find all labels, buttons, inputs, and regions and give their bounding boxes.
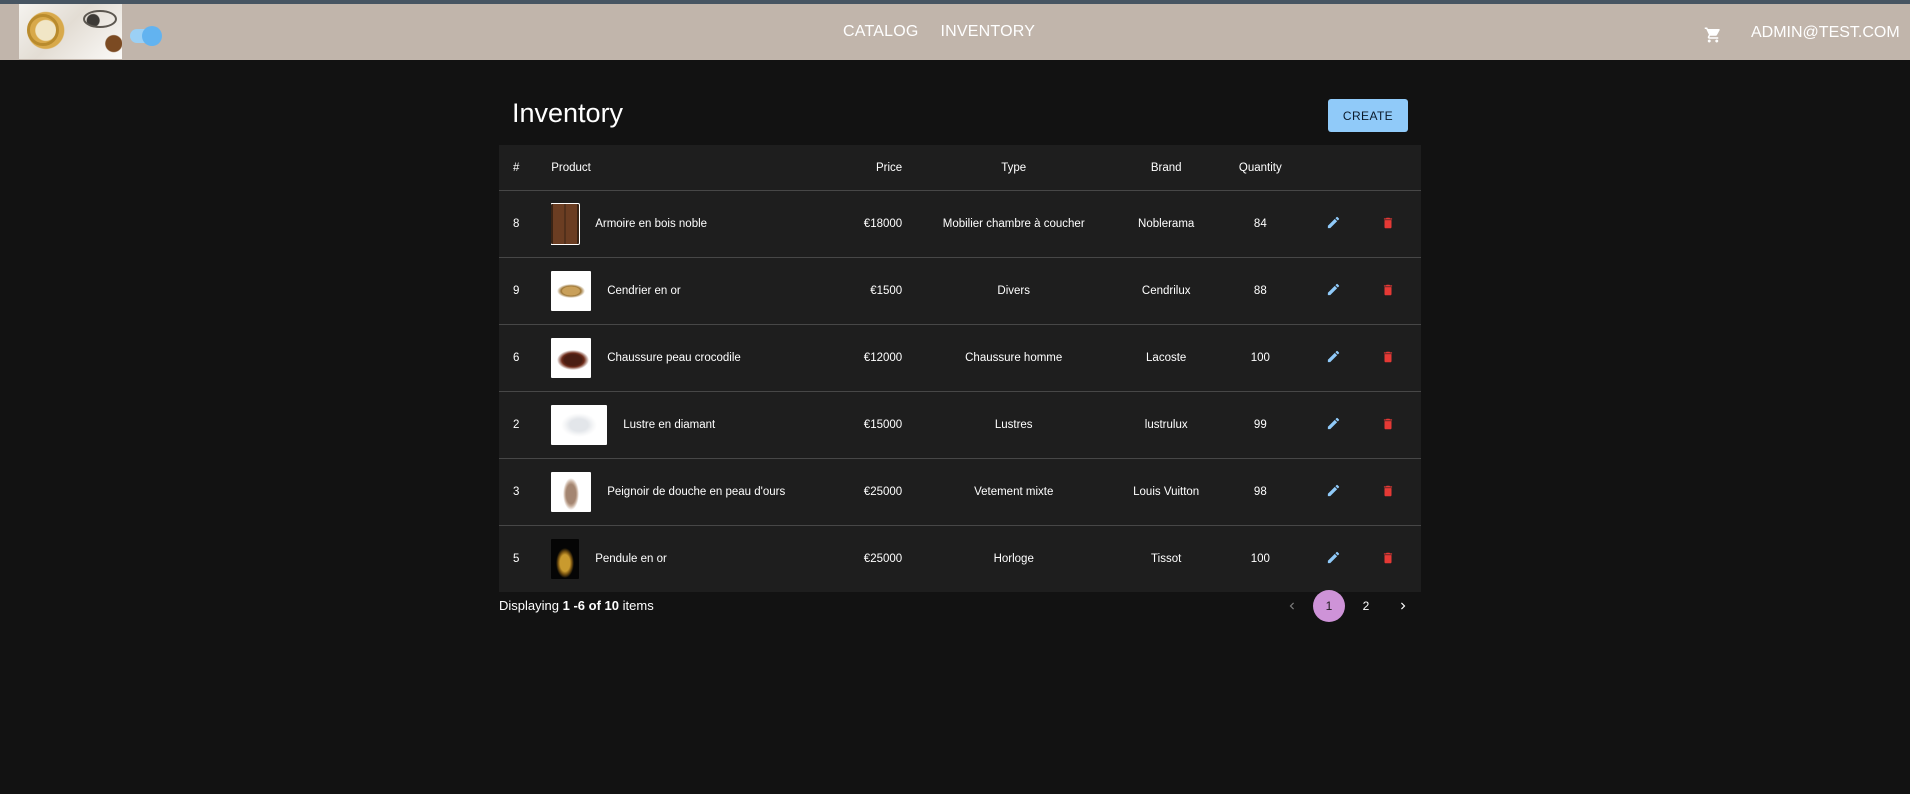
header-brand[interactable]: Brand: [1125, 145, 1208, 191]
pagination-total: 10: [604, 598, 620, 613]
header-type[interactable]: Type: [902, 145, 1126, 191]
pagination-summary: Displaying 1 -6 of 10 items: [499, 598, 654, 613]
header-price[interactable]: Price: [812, 145, 903, 191]
cell-id: 6: [499, 324, 552, 392]
page-button-2[interactable]: 2: [1350, 590, 1382, 622]
previous-page-icon[interactable]: [1276, 590, 1308, 622]
cell-brand: Tissot: [1151, 553, 1182, 565]
delete-icon[interactable]: [1381, 551, 1395, 565]
cell-product: Armoire en bois noble: [551, 190, 813, 258]
main-nav: CATALOG INVENTORY: [843, 4, 1035, 60]
cell-price: €25000: [863, 553, 903, 565]
nav-link-catalog[interactable]: CATALOG: [843, 23, 919, 41]
pagination-range: 1 -6: [562, 598, 586, 613]
cell-price: €1500: [812, 257, 903, 325]
cell-brand: Cendrilux: [1125, 257, 1208, 325]
cell-quantity: 100: [1207, 324, 1314, 392]
cell-quantity: 84: [1207, 190, 1314, 258]
cell-product: Lustre en diamant: [551, 391, 813, 459]
pagination-controls: 1 2: [1276, 590, 1424, 622]
header-quantity[interactable]: Quantity: [1207, 145, 1314, 191]
edit-icon[interactable]: [1326, 416, 1341, 431]
pagination-prefix: Displaying: [499, 598, 559, 613]
create-button[interactable]: CREATE: [1328, 99, 1408, 132]
cell-id: 5: [513, 553, 520, 565]
product-image: [551, 539, 580, 579]
cell-product: Peignoir de douche en peau d'ours: [551, 458, 813, 526]
page-title: Inventory: [512, 98, 624, 128]
edit-icon[interactable]: [1326, 282, 1341, 297]
cell-quantity: 88: [1207, 257, 1314, 325]
cell-brand: lustrulux: [1125, 391, 1208, 459]
edit-icon[interactable]: [1326, 215, 1341, 230]
pagination-suffix: items: [622, 598, 654, 613]
cell-product: Pendule en or: [551, 526, 812, 593]
shopping-cart-icon[interactable]: [1704, 26, 1722, 44]
toggle-knob[interactable]: [142, 26, 162, 46]
cell-brand: Lacoste: [1125, 324, 1208, 392]
product-image: [551, 338, 592, 378]
edit-icon[interactable]: [1326, 550, 1341, 565]
nav-link-inventory[interactable]: INVENTORY: [941, 23, 1036, 41]
cell-product: Cendrier en or: [551, 257, 813, 325]
inventory-table: # Product Price Type Brand Quantity 8 Ar…: [499, 145, 1421, 592]
cell-quantity: 99: [1207, 391, 1314, 459]
cell-quantity: 98: [1207, 458, 1314, 526]
product-image: [551, 405, 608, 445]
cell-id: 8: [499, 190, 552, 258]
edit-icon[interactable]: [1326, 349, 1341, 364]
product-name: Armoire en bois noble: [595, 218, 708, 230]
product-image: [551, 271, 592, 311]
table-header-row: # Product Price Type Brand Quantity: [499, 145, 1421, 191]
cell-product: Chaussure peau crocodile: [551, 324, 813, 392]
cell-type: Divers: [902, 257, 1126, 325]
table-row[interactable]: 3 Peignoir de douche en peau d'ours €250…: [499, 458, 1421, 526]
cell-type: Lustres: [902, 391, 1126, 459]
table-row[interactable]: 2 Lustre en diamant €15000 Lustres lustr…: [499, 391, 1421, 459]
cell-type: Vetement mixte: [902, 458, 1126, 526]
table-row[interactable]: 6 Chaussure peau crocodile €12000 Chauss…: [499, 324, 1421, 392]
cell-price: €25000: [812, 458, 903, 526]
header-delete: [1354, 145, 1421, 191]
cell-id: 3: [499, 458, 552, 526]
cell-price: €12000: [812, 324, 903, 392]
cell-price: €18000: [812, 190, 903, 258]
delete-icon[interactable]: [1381, 216, 1395, 230]
brand-logo[interactable]: [19, 4, 122, 59]
next-page-icon[interactable]: [1387, 590, 1419, 622]
product-image: [551, 472, 592, 512]
product-name: Cendrier en or: [607, 285, 681, 297]
header-product[interactable]: Product: [551, 145, 813, 191]
cell-brand: Louis Vuitton: [1125, 458, 1208, 526]
delete-icon[interactable]: [1381, 484, 1395, 498]
edit-icon[interactable]: [1326, 483, 1341, 498]
delete-icon[interactable]: [1381, 417, 1395, 431]
theme-toggle-switch[interactable]: [130, 26, 162, 46]
delete-icon[interactable]: [1381, 350, 1395, 364]
product-name: Pendule en or: [595, 553, 667, 565]
cell-brand: Noblerama: [1125, 190, 1208, 258]
product-image: [551, 203, 581, 245]
header-edit: [1313, 145, 1355, 191]
product-name: Chaussure peau crocodile: [607, 352, 741, 364]
cell-type: Mobilier chambre à coucher: [902, 190, 1126, 258]
cell-price: €15000: [812, 391, 903, 459]
table-row[interactable]: 9 Cendrier en or €1500 Divers Cendrilux …: [499, 257, 1421, 325]
user-account-link[interactable]: ADMIN@TEST.COM: [1751, 24, 1900, 42]
product-name: Lustre en diamant: [623, 419, 716, 431]
header-id[interactable]: #: [499, 145, 552, 191]
delete-icon[interactable]: [1381, 283, 1395, 297]
cell-type: Horloge: [993, 553, 1034, 565]
product-name: Peignoir de douche en peau d'ours: [607, 486, 786, 498]
cell-id: 9: [499, 257, 552, 325]
pagination-of: of: [588, 598, 601, 613]
app-bar: CATALOG INVENTORY ADMIN@TEST.COM: [0, 0, 1910, 60]
table-row[interactable]: 5 Pendule en or €25000 Horloge Tissot 10…: [499, 526, 1421, 593]
cell-type: Chaussure homme: [902, 324, 1126, 392]
cell-id: 2: [499, 391, 552, 459]
page-button-1[interactable]: 1: [1313, 590, 1345, 622]
table-row[interactable]: 8 Armoire en bois noble €18000 Mobilier …: [499, 190, 1421, 258]
cell-quantity: 100: [1250, 553, 1270, 565]
